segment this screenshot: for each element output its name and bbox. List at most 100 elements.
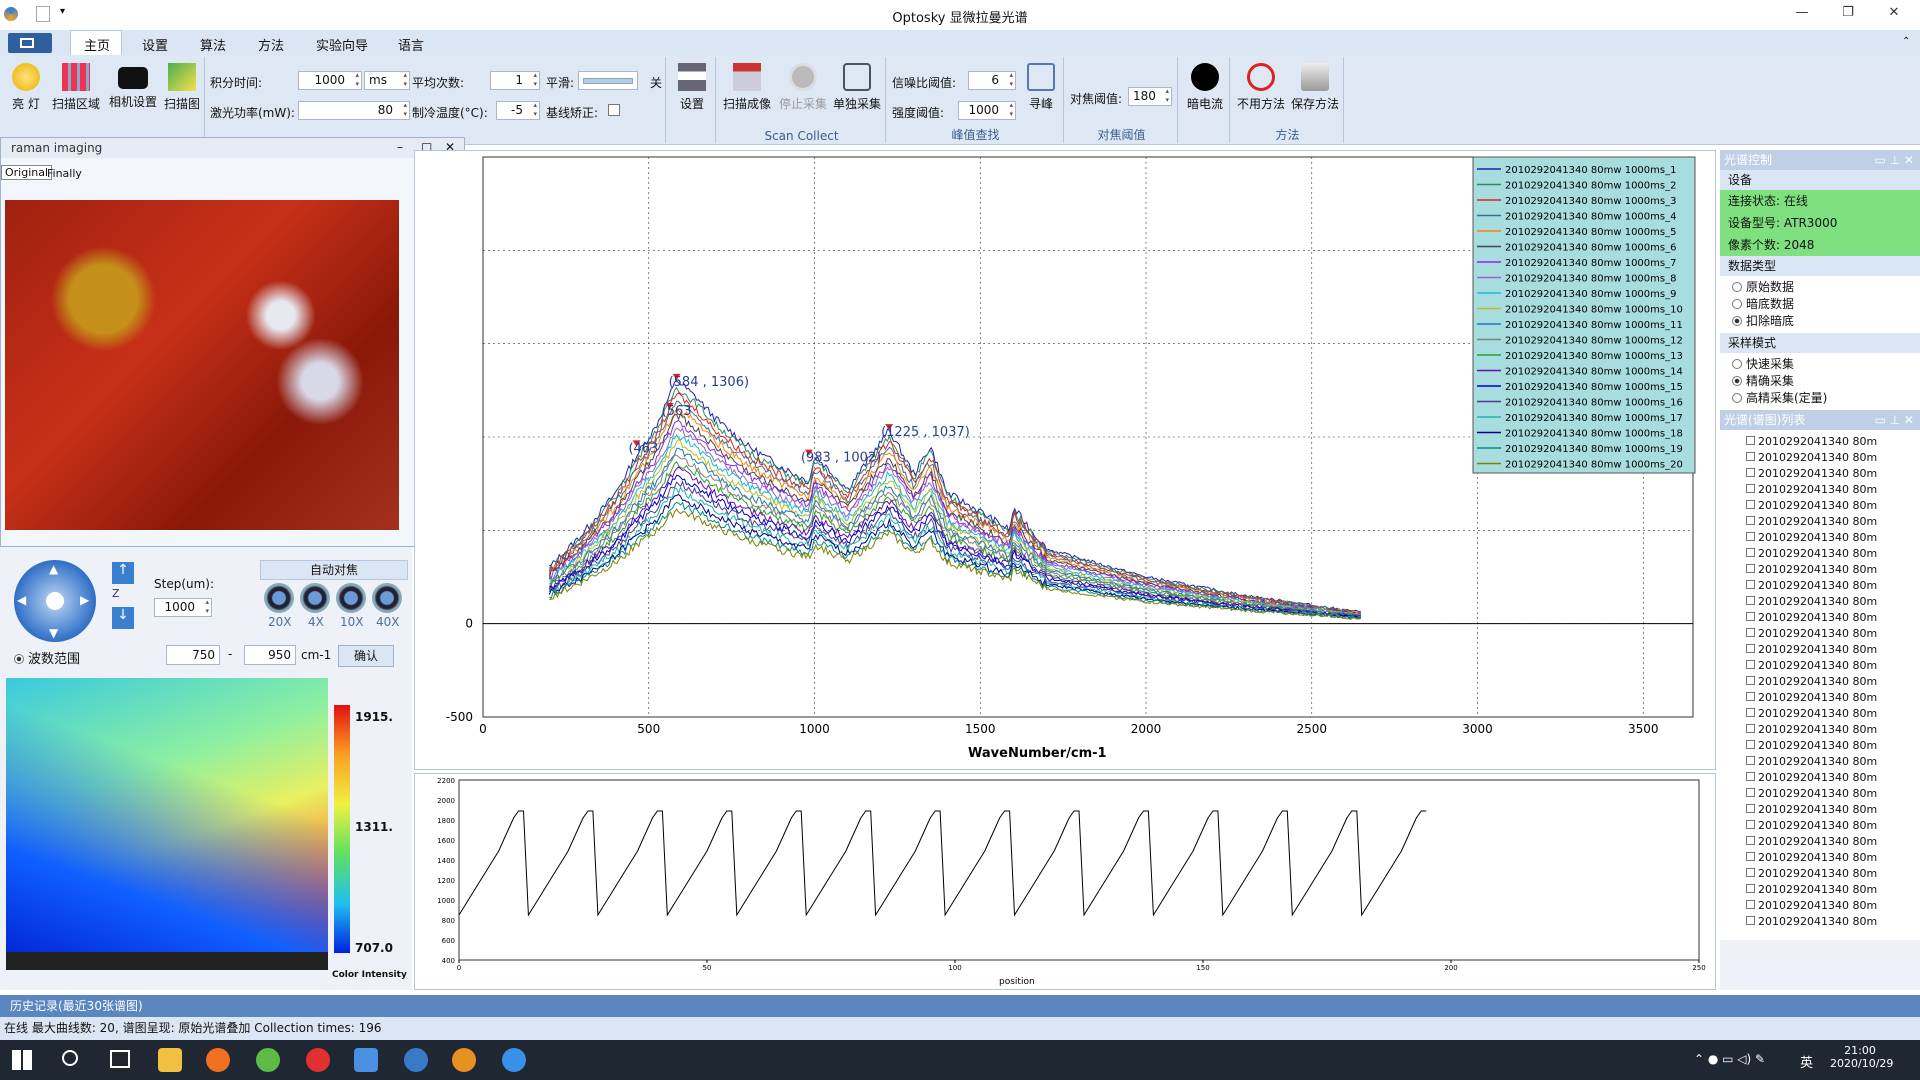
range-radio[interactable]: 波数范围	[14, 648, 80, 667]
dtype-raw-radio[interactable]	[1732, 282, 1742, 292]
list-checkbox[interactable]	[1746, 532, 1755, 541]
spectrum-list-item[interactable]: 2010292041340 80m	[1746, 802, 1920, 818]
spectrum-chart[interactable]: 0 500 1000 1500 2000 2500 3000 3500 -500 0 WaveNum…	[415, 151, 1715, 769]
tab-language[interactable]: 语言	[398, 35, 424, 54]
disable-method-button[interactable]: 不用方法	[1234, 63, 1288, 112]
spectrum-list-item[interactable]: 2010292041340 80m	[1746, 482, 1920, 498]
step-input[interactable]: 1000	[154, 598, 212, 617]
list-checkbox[interactable]	[1746, 500, 1755, 509]
task-view-icon[interactable]	[110, 1050, 130, 1068]
raman-imaging-window[interactable]: raman imaging – □ ✕ Original Finally	[0, 137, 465, 547]
list-checkbox[interactable]	[1746, 516, 1755, 525]
search-app-icon[interactable]	[206, 1048, 230, 1072]
list-checkbox[interactable]	[1746, 692, 1755, 701]
list-checkbox[interactable]	[1746, 900, 1755, 909]
list-checkbox[interactable]	[1746, 564, 1755, 573]
float-minimize-icon[interactable]: –	[397, 140, 403, 154]
spectrum-list-item[interactable]: 2010292041340 80m	[1746, 722, 1920, 738]
spectrum-chart-panel[interactable]: 0 500 1000 1500 2000 2500 3000 3500 -500 0 WaveNum…	[414, 150, 1716, 770]
lens-20x-icon[interactable]	[264, 583, 294, 613]
list-checkbox[interactable]	[1746, 820, 1755, 829]
dtype-dark-radio[interactable]	[1732, 299, 1742, 309]
spectrum-list-item[interactable]: 2010292041340 80m	[1746, 434, 1920, 450]
mode-precise[interactable]: 精确采集	[1720, 373, 1920, 390]
tab-finally[interactable]: Finally	[47, 167, 82, 180]
scan-area-button[interactable]: 扫描区域	[50, 63, 102, 112]
mode-precise-radio[interactable]	[1732, 376, 1742, 386]
list-checkbox[interactable]	[1746, 660, 1755, 669]
spectrum-list-item[interactable]: 2010292041340 80m	[1746, 818, 1920, 834]
stop-collect-button[interactable]: 停止采集	[776, 63, 830, 112]
ime-indicator[interactable]: 英	[1800, 1052, 1813, 1071]
app-red-icon[interactable]	[306, 1048, 330, 1072]
browser-icon[interactable]	[256, 1048, 280, 1072]
smooth-slider[interactable]	[578, 71, 638, 90]
integration-unit-select[interactable]: ms	[364, 71, 410, 90]
list-checkbox[interactable]	[1746, 740, 1755, 749]
up-arrow-icon[interactable]: ▲	[49, 562, 61, 576]
list-checkbox[interactable]	[1746, 580, 1755, 589]
list-checkbox[interactable]	[1746, 596, 1755, 605]
search-icon[interactable]	[62, 1050, 78, 1066]
autofocus-button[interactable]: 自动对焦	[260, 560, 408, 580]
spectrum-list-item[interactable]: 2010292041340 80m	[1746, 514, 1920, 530]
laser-power-input[interactable]: 80	[298, 101, 410, 120]
spectrum-list-item[interactable]: 2010292041340 80m	[1746, 498, 1920, 514]
tab-algorithm[interactable]: 算法	[200, 35, 226, 54]
clock[interactable]: 21:00 2020/10/29	[1830, 1044, 1893, 1070]
file-explorer-icon[interactable]	[158, 1048, 182, 1072]
spectrum-list-item[interactable]: 2010292041340 80m	[1746, 866, 1920, 882]
z-up-icon[interactable]: ↑	[112, 562, 134, 584]
spectrum-list-item[interactable]: 2010292041340 80m	[1746, 594, 1920, 610]
list-checkbox[interactable]	[1746, 804, 1755, 813]
spectrum-list-item[interactable]: 2010292041340 80m	[1746, 898, 1920, 914]
baseline-checkbox[interactable]	[608, 104, 620, 116]
windows-start-icon[interactable]	[12, 1050, 32, 1070]
spectrum-list-item[interactable]: 2010292041340 80m	[1746, 674, 1920, 690]
stage-direction-pad[interactable]: ▲ ▼ ◀ ▶	[14, 560, 96, 642]
spectrum-list-item[interactable]: 2010292041340 80m	[1746, 706, 1920, 722]
list-checkbox[interactable]	[1746, 628, 1755, 637]
spectrum-list-item[interactable]: 2010292041340 80m	[1746, 834, 1920, 850]
save-method-button[interactable]: 保存方法	[1288, 63, 1342, 112]
spectrum-list-item[interactable]: 2010292041340 80m	[1746, 530, 1920, 546]
list-checkbox[interactable]	[1746, 484, 1755, 493]
tab-method[interactable]: 方法	[258, 35, 284, 54]
light-button[interactable]: 亮 灯	[8, 63, 44, 112]
optosky-taskbar-icon[interactable]	[452, 1048, 476, 1072]
single-collect-button[interactable]: 单独采集	[830, 63, 884, 112]
spectrum-list-item[interactable]: 2010292041340 80m	[1746, 466, 1920, 482]
messenger-icon[interactable]	[502, 1048, 526, 1072]
range-to-input[interactable]: 950	[244, 645, 296, 665]
list-checkbox[interactable]	[1746, 548, 1755, 557]
list-checkbox[interactable]	[1746, 724, 1755, 733]
cooling-input[interactable]: -5	[496, 101, 540, 120]
dtype-raw[interactable]: 原始数据	[1720, 279, 1920, 296]
range-confirm-button[interactable]: 确认	[338, 645, 394, 667]
list-checkbox[interactable]	[1746, 916, 1755, 925]
dark-current-button[interactable]: 暗电流	[1182, 63, 1228, 112]
lens-10x-icon[interactable]	[336, 583, 366, 613]
average-input[interactable]: 1	[490, 71, 540, 90]
position-chart-panel[interactable]: 0 50 100 150 200 250 2200 2000 1800 1600 1400 1200 1…	[414, 773, 1716, 990]
mode-hq[interactable]: 高精采集(定量)	[1720, 390, 1920, 407]
tab-original[interactable]: Original	[1, 165, 53, 180]
lens-40x-icon[interactable]	[372, 583, 402, 613]
spectrum-list-item[interactable]: 2010292041340 80m	[1746, 690, 1920, 706]
z-down-icon[interactable]: ↓	[112, 607, 134, 629]
list-checkbox[interactable]	[1746, 868, 1755, 877]
app-blue-icon[interactable]	[354, 1048, 378, 1072]
list-checkbox[interactable]	[1746, 788, 1755, 797]
right-arrow-icon[interactable]: ▶	[80, 593, 89, 607]
range-radio-dot[interactable]	[14, 654, 24, 664]
spectrum-list-item[interactable]: 2010292041340 80m	[1746, 914, 1920, 930]
snr-input[interactable]: 6	[968, 71, 1016, 90]
mode-fast-radio[interactable]	[1732, 359, 1742, 369]
list-checkbox[interactable]	[1746, 852, 1755, 861]
spectrum-list[interactable]: 2010292041340 80m 2010292041340 80m 201029…	[1720, 430, 1920, 940]
camera-settings-button[interactable]: 相机设置	[106, 63, 160, 110]
list-checkbox[interactable]	[1746, 756, 1755, 765]
spectrum-list-item[interactable]: 2010292041340 80m	[1746, 658, 1920, 674]
list-checkbox[interactable]	[1746, 836, 1755, 845]
range-from-input[interactable]: 750	[166, 645, 220, 665]
